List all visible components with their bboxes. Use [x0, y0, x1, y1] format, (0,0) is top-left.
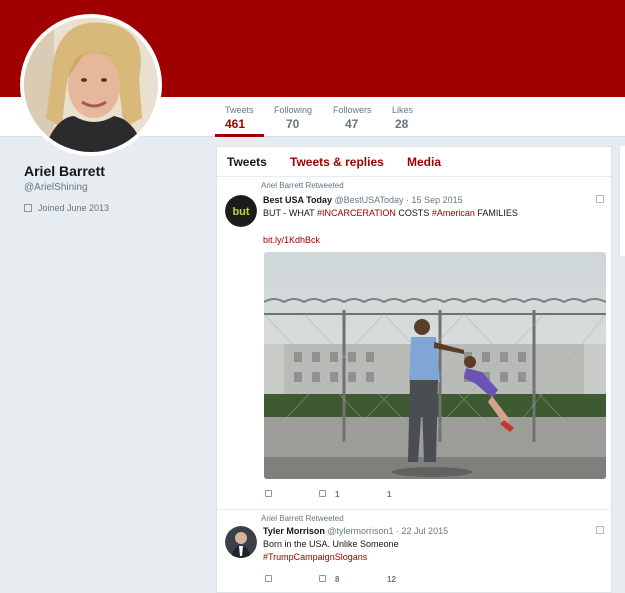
- hashtag-link[interactable]: #American: [432, 208, 475, 218]
- profile-handle[interactable]: @ArielShining: [24, 182, 88, 193]
- stat-value: 28: [395, 117, 409, 131]
- stat-tweets[interactable]: Tweets 461: [225, 105, 254, 131]
- stat-label: Following: [274, 105, 313, 115]
- retweet-text: Ariel Barrett Retweeted: [261, 514, 344, 523]
- tab-media[interactable]: Media: [407, 155, 441, 169]
- photo-image: [264, 252, 606, 479]
- tweet-date[interactable]: · 15 Sep 2015: [406, 195, 463, 205]
- retweet-label: Ariel Barrett Retweeted: [261, 181, 344, 190]
- tweet-avatar[interactable]: [225, 526, 257, 558]
- text-part: FAMILIES: [474, 208, 518, 218]
- like-count[interactable]: 12: [387, 575, 396, 584]
- avatar-photo: [225, 526, 257, 558]
- retweet-text: Ariel Barrett Retweeted: [261, 181, 344, 190]
- tweet-avatar[interactable]: but: [225, 195, 257, 227]
- stat-label: Followers: [333, 105, 372, 115]
- author-handle[interactable]: @tylermorrison1: [327, 526, 393, 536]
- calendar-icon: [24, 204, 32, 212]
- author-handle[interactable]: @BestUSAToday: [335, 195, 404, 205]
- stat-followers[interactable]: Followers 47: [333, 105, 372, 131]
- retweet-icon[interactable]: [319, 490, 326, 497]
- tweet-header: Best USA Today @BestUSAToday · 15 Sep 20…: [263, 195, 463, 205]
- hashtag-link[interactable]: #TrumpCampaignSlogans: [263, 552, 367, 562]
- author-name[interactable]: Tyler Morrison: [263, 526, 325, 536]
- tweet-text: BUT - WHAT #INCARCERATION COSTS #America…: [263, 208, 518, 218]
- joined-text: Joined June 2013: [38, 203, 110, 213]
- profile-name: Ariel Barrett: [24, 163, 105, 179]
- tweet-link[interactable]: bit.ly/1KdhBck: [263, 235, 320, 245]
- tweet-header: Tyler Morrison @tylermorrison1 · 22 Jul …: [263, 526, 448, 536]
- chevron-down-icon[interactable]: [596, 195, 604, 203]
- stat-label: Likes: [392, 105, 414, 115]
- profile-avatar[interactable]: [20, 14, 162, 156]
- tweet-text: Born in the USA. Unlike Someone: [263, 539, 399, 549]
- tweet[interactable]: Ariel Barrett Retweeted but Best USA Tod…: [217, 177, 611, 510]
- text-part: BUT - WHAT: [263, 208, 317, 218]
- retweet-icon[interactable]: [319, 575, 326, 582]
- tweet-date[interactable]: · 22 Jul 2015: [396, 526, 448, 536]
- right-sidebar-edge: [619, 146, 625, 256]
- reply-icon[interactable]: [265, 575, 272, 582]
- timeline-tabs: Tweets Tweets & replies Media: [217, 147, 611, 177]
- chevron-down-icon[interactable]: [596, 526, 604, 534]
- retweet-count: 8: [335, 575, 340, 584]
- tweet-hashtag: #TrumpCampaignSlogans: [263, 552, 367, 562]
- tweet-photo[interactable]: [264, 252, 606, 479]
- retweet-count: 1: [335, 490, 340, 499]
- text-part: COSTS: [395, 208, 432, 218]
- hashtag-link[interactable]: #INCARCERATION: [317, 208, 396, 218]
- avatar-photo: [24, 18, 158, 152]
- active-stat-indicator: [215, 134, 264, 137]
- like-count[interactable]: 1: [387, 490, 391, 499]
- stat-value: 461: [225, 117, 246, 131]
- stat-value: 70: [286, 117, 300, 131]
- tab-tweets[interactable]: Tweets: [227, 155, 267, 169]
- tab-tweets-replies[interactable]: Tweets & replies: [290, 155, 384, 169]
- reply-icon[interactable]: [265, 490, 272, 497]
- avatar-image: [24, 18, 158, 152]
- avatar-logo-text: but: [232, 206, 249, 218]
- stat-label: Tweets: [225, 105, 254, 115]
- avatar-logo: but: [225, 195, 257, 227]
- stat-value: 47: [345, 117, 359, 131]
- profile-joined: Joined June 2013: [24, 203, 109, 213]
- author-name[interactable]: Best USA Today: [263, 195, 332, 205]
- retweet-label: Ariel Barrett Retweeted: [261, 514, 344, 523]
- stat-following[interactable]: Following 70: [274, 105, 312, 131]
- stat-likes[interactable]: Likes 28: [392, 105, 413, 131]
- timeline: Tweets Tweets & replies Media Ariel Barr…: [216, 146, 612, 593]
- tweet[interactable]: Ariel Barrett Retweeted Tyler Morrison @…: [217, 510, 611, 592]
